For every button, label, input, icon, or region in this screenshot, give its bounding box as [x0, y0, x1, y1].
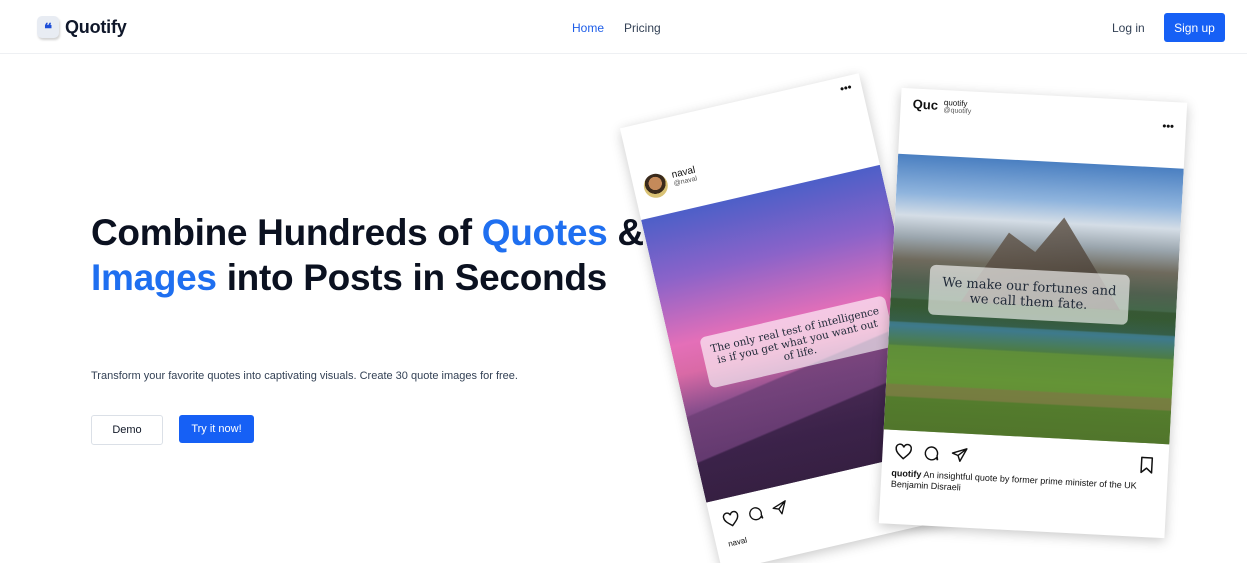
bookmark-icon[interactable] [1139, 456, 1155, 475]
post-actions [721, 498, 790, 529]
post-actions [894, 443, 969, 464]
main-nav: Home Pricing [572, 21, 661, 35]
caption-text: An insightful quote by former prime mini… [890, 469, 1137, 493]
more-options-icon[interactable]: ••• [1162, 121, 1174, 134]
post-caption: quotify An insightful quote by former pr… [891, 468, 1157, 504]
hero-title: Combine Hundreds of Quotes & Images into… [91, 210, 651, 300]
share-icon[interactable] [770, 498, 790, 517]
more-options-icon[interactable]: ••• [839, 81, 853, 95]
comment-icon[interactable] [922, 444, 941, 462]
hero-subtitle: Transform your favorite quotes into capt… [91, 370, 518, 382]
hero-title-part2: & [607, 212, 644, 253]
caption-username: quotify [891, 467, 922, 480]
post-handle: @quotify [943, 107, 972, 116]
nav-home-link[interactable]: Home [572, 21, 604, 35]
hero-title-part1: Combine Hundreds of [91, 212, 482, 253]
post-preview-quotify: Quc quotify @quotify ••• We make our for… [878, 87, 1188, 539]
logo[interactable]: ❝ Quotify [37, 16, 127, 38]
heart-icon[interactable] [721, 510, 741, 529]
avatar [641, 171, 671, 201]
heart-icon[interactable] [894, 443, 913, 461]
hero-title-accent-images: Images [91, 257, 217, 298]
comment-icon[interactable] [746, 504, 766, 523]
signup-button[interactable]: Sign up [1164, 13, 1225, 42]
login-link[interactable]: Log in [1112, 21, 1145, 35]
demo-button[interactable]: Demo [91, 415, 163, 445]
post-brand-logo: Quc [912, 96, 939, 113]
top-navbar: ❝ Quotify Home Pricing Log in Sign up [0, 0, 1247, 54]
logo-text: Quotify [65, 16, 127, 37]
try-it-now-button[interactable]: Try it now! [179, 415, 254, 443]
hero-title-accent-quotes: Quotes [481, 212, 608, 253]
post-quote-text: We make our fortunes and we call them fa… [927, 264, 1131, 325]
hero-title-part3: into Posts in Seconds [216, 257, 608, 298]
share-icon[interactable] [950, 446, 969, 464]
quote-mark-icon: ❝ [37, 16, 59, 38]
post-footer-username: naval [727, 535, 748, 549]
nav-pricing-link[interactable]: Pricing [624, 21, 661, 35]
